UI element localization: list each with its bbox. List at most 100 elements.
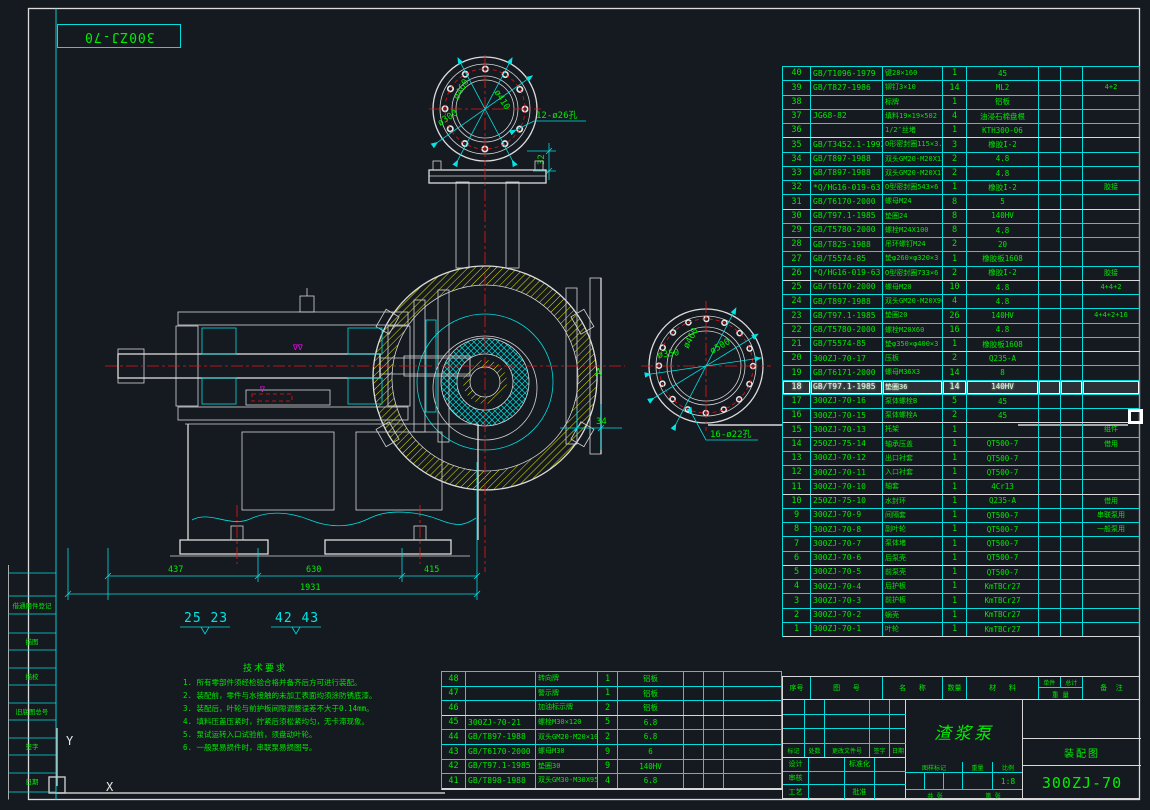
bom-cell: 2 bbox=[598, 730, 618, 744]
bom-cell: 23 bbox=[783, 309, 811, 322]
bom-row[interactable]: 37JG68-82填料19×19×5024油浸石棉盘根 bbox=[783, 110, 1140, 124]
bom-cell bbox=[724, 730, 782, 744]
bom-row[interactable]: 28GB/T825-1988吊环螺钉M24220 bbox=[783, 238, 1140, 252]
inlet-wall-left bbox=[456, 182, 469, 268]
bom-row[interactable]: 35GB/T3452.1-1992O形密封圈115×3.553橡胶I-2 bbox=[783, 138, 1140, 152]
bom-row[interactable]: 47警示牌1铝板 bbox=[442, 687, 782, 702]
bom-cell: 垫φ260×φ320×3 bbox=[883, 252, 943, 265]
bom-cell: QT500-7 bbox=[967, 452, 1039, 465]
bom-row-selected[interactable]: 18GB/T97.1-1985垫圈3614140HV bbox=[783, 381, 1140, 395]
bom-row[interactable]: 29GB/T5780-2000螺栓M24X10084.8 bbox=[783, 224, 1140, 238]
bom-row[interactable]: 25GB/T6170-2000螺母M20104.84+4+2 bbox=[783, 281, 1140, 295]
bom-cell: 5 bbox=[598, 716, 618, 730]
product-name: 渣浆泵 bbox=[906, 700, 1023, 762]
bom-row[interactable]: 43GB/T6170-2000螺母M3096 bbox=[442, 745, 782, 760]
bom-row[interactable]: 9300ZJ-70-9间隔套1QT500-7串联泵用 bbox=[783, 509, 1140, 523]
bom-cell: 5 bbox=[943, 395, 967, 408]
bom-row[interactable]: 33GB/T897-1988双头GM20-M20X17524.8 bbox=[783, 167, 1140, 181]
margin-label-date: 日期 bbox=[9, 774, 55, 788]
dim-437: 437 bbox=[168, 565, 183, 575]
bom-cell bbox=[466, 687, 536, 701]
bom-cell: 140HV bbox=[618, 760, 684, 774]
bom-row[interactable]: 361/2″丝堵1KTH300-06 bbox=[783, 124, 1140, 138]
bom-row[interactable]: 19GB/T6171-2000螺母M36X3148 bbox=[783, 366, 1140, 380]
bom-cell: 300ZJ-70-4 bbox=[811, 580, 883, 593]
bom-cell: GB/T5574-85 bbox=[811, 338, 883, 351]
bom-cell: 17 bbox=[783, 395, 811, 408]
bom-cell: 20 bbox=[967, 238, 1039, 251]
bom-row[interactable]: 39GB/T827-1986铆钉3×1014ML24+2 bbox=[783, 81, 1140, 95]
bom-row[interactable]: 3300ZJ-70-3前护板1KmTBCr27 bbox=[783, 594, 1140, 608]
bom-cell: 借用 bbox=[1083, 438, 1140, 451]
bom-cell: 加油标示牌 bbox=[536, 701, 598, 715]
bom-row[interactable]: 10250ZJ-75-10水封环1Q235-A借用 bbox=[783, 495, 1140, 509]
scale-block: 图样标记 重量 比例 1:8 共 张 第 张 bbox=[906, 762, 1023, 799]
bom-row[interactable]: 32*Q/HG16-019-63O型密封圈543×61橡胶I-2胶接 bbox=[783, 181, 1140, 195]
technical-notes: 技术要求 1. 所有零部件须经检验合格并备齐后方可进行装配。 2. 装配前，零件… bbox=[183, 661, 438, 754]
note-line: 1. 所有零部件须经检验合格并备齐后方可进行装配。 bbox=[183, 676, 438, 689]
bom-cell: 3 bbox=[943, 138, 967, 151]
bom-cell bbox=[1083, 366, 1140, 379]
bom-cell: 300ZJ-70-5 bbox=[811, 566, 883, 579]
bom-row[interactable]: 38标牌1铝板 bbox=[783, 96, 1140, 110]
bom-cell: 9 bbox=[783, 509, 811, 522]
bom-row[interactable]: 34GB/T897-1988双头GM20-M20X12524.8 bbox=[783, 153, 1140, 167]
bom-row[interactable]: 42GB/T97.1-1985垫圈309140HV bbox=[442, 760, 782, 775]
bom-cell: 叶轮 bbox=[883, 623, 943, 636]
bom-cell bbox=[1039, 466, 1061, 479]
bom-cell bbox=[1083, 153, 1140, 166]
bom-row[interactable]: 2300ZJ-70-2蜗壳1KmTBCr27 bbox=[783, 609, 1140, 623]
bom-cell: 油浸石棉盘根 bbox=[967, 110, 1039, 123]
bom-cell bbox=[1061, 167, 1083, 180]
bom-cell: 蜗壳 bbox=[883, 609, 943, 622]
bom-cell: 螺母M24 bbox=[883, 195, 943, 208]
bom-row[interactable]: 26*Q/HG16-019-63O型密封圈733×62橡胶I-2胶接 bbox=[783, 267, 1140, 281]
bom-row[interactable]: 27GB/T5574-85垫φ260×φ320×31橡胶板1608 bbox=[783, 252, 1140, 266]
selection-grip[interactable] bbox=[1128, 409, 1143, 424]
bom-row[interactable]: 6300ZJ-70-6后泵壳1QT500-7 bbox=[783, 552, 1140, 566]
bom-cell bbox=[1061, 153, 1083, 166]
bom-row[interactable]: 40GB/T1096-1979键28×160145 bbox=[783, 67, 1140, 81]
role-approve: 批准 bbox=[845, 785, 875, 799]
bom-cell: 5 bbox=[967, 195, 1039, 208]
bom-row[interactable]: 11300ZJ-70-10轴套14Cr13 bbox=[783, 480, 1140, 494]
bom-row[interactable]: 21GB/T5574-85垫φ350×φ400×31橡胶板1608 bbox=[783, 338, 1140, 352]
bom-cell bbox=[1061, 452, 1083, 465]
bom-row[interactable]: 22GB/T5780-2000螺栓M20X60164.8 bbox=[783, 324, 1140, 338]
bom-cell bbox=[1061, 366, 1083, 379]
bom-row[interactable]: 30GB/T97.1-1985垫圈248140HV bbox=[783, 210, 1140, 224]
bom-row[interactable]: 23GB/T97.1-1985垫圈2026140HV4+4+2+16 bbox=[783, 309, 1140, 323]
bom-cell: 1 bbox=[943, 423, 967, 436]
bom-cell bbox=[1083, 138, 1140, 151]
bom-row[interactable]: 31GB/T6170-2000螺母M2485 bbox=[783, 195, 1140, 209]
bom-cell: 4 bbox=[943, 110, 967, 123]
bom-cell: 41 bbox=[442, 774, 466, 788]
bom-row[interactable]: 46加油标示牌2铝板 bbox=[442, 701, 782, 716]
bom-row[interactable]: 4300ZJ-70-4后护板1KmTBCr27 bbox=[783, 580, 1140, 594]
bom-cell: 4 bbox=[598, 774, 618, 788]
bom-cell bbox=[1083, 466, 1140, 479]
bom-row[interactable]: 8300ZJ-70-8副叶轮1QT500-7一般泵用 bbox=[783, 523, 1140, 537]
bom-cell: 1 bbox=[943, 509, 967, 522]
bom-row[interactable]: 48转向牌1铝板 bbox=[442, 672, 782, 687]
bom-row[interactable]: 17300ZJ-70-16泵体螺栓B545 bbox=[783, 395, 1140, 409]
bom-row[interactable]: 1300ZJ-70-1叶轮1KmTBCr27 bbox=[783, 623, 1140, 637]
bom-cell: 双头GM20-M20X90 bbox=[883, 295, 943, 308]
bom-cell bbox=[1061, 224, 1083, 237]
bom-cell bbox=[1061, 480, 1083, 493]
bom-row[interactable]: 7300ZJ-70-7泵体堵1QT500-7 bbox=[783, 537, 1140, 551]
bom-cell bbox=[1039, 324, 1061, 337]
bom-cell: 140HV bbox=[967, 309, 1039, 322]
bom-row[interactable]: 16300ZJ-70-15泵体螺栓A245 bbox=[783, 409, 1140, 423]
bom-row[interactable]: 15300ZJ-70-13托架1组件 bbox=[783, 423, 1140, 437]
bom-row[interactable]: 45300ZJ-70-21螺栓M30×12056.8 bbox=[442, 716, 782, 731]
bom-row[interactable]: 44GB/T897-1988双头GM20-M20×10526.8 bbox=[442, 730, 782, 745]
bom-row[interactable]: 13300ZJ-70-12出口衬套1QT500-7 bbox=[783, 452, 1140, 466]
bom-row[interactable]: 5300ZJ-70-5前泵壳1QT500-7 bbox=[783, 566, 1140, 580]
bom-cell bbox=[684, 745, 704, 759]
bom-row[interactable]: 14250ZJ-75-14轴承压盖1QT500-7借用 bbox=[783, 438, 1140, 452]
bom-row[interactable]: 41GB/T898-1988双头GM30-M30X9546.8 bbox=[442, 774, 782, 789]
bom-row[interactable]: 20300ZJ-70-17压板2Q235-A bbox=[783, 352, 1140, 366]
bom-row[interactable]: 24GB/T897-1988双头GM20-M20X9044.8 bbox=[783, 295, 1140, 309]
bom-row[interactable]: 12300ZJ-70-11入口衬套1QT500-7 bbox=[783, 466, 1140, 480]
